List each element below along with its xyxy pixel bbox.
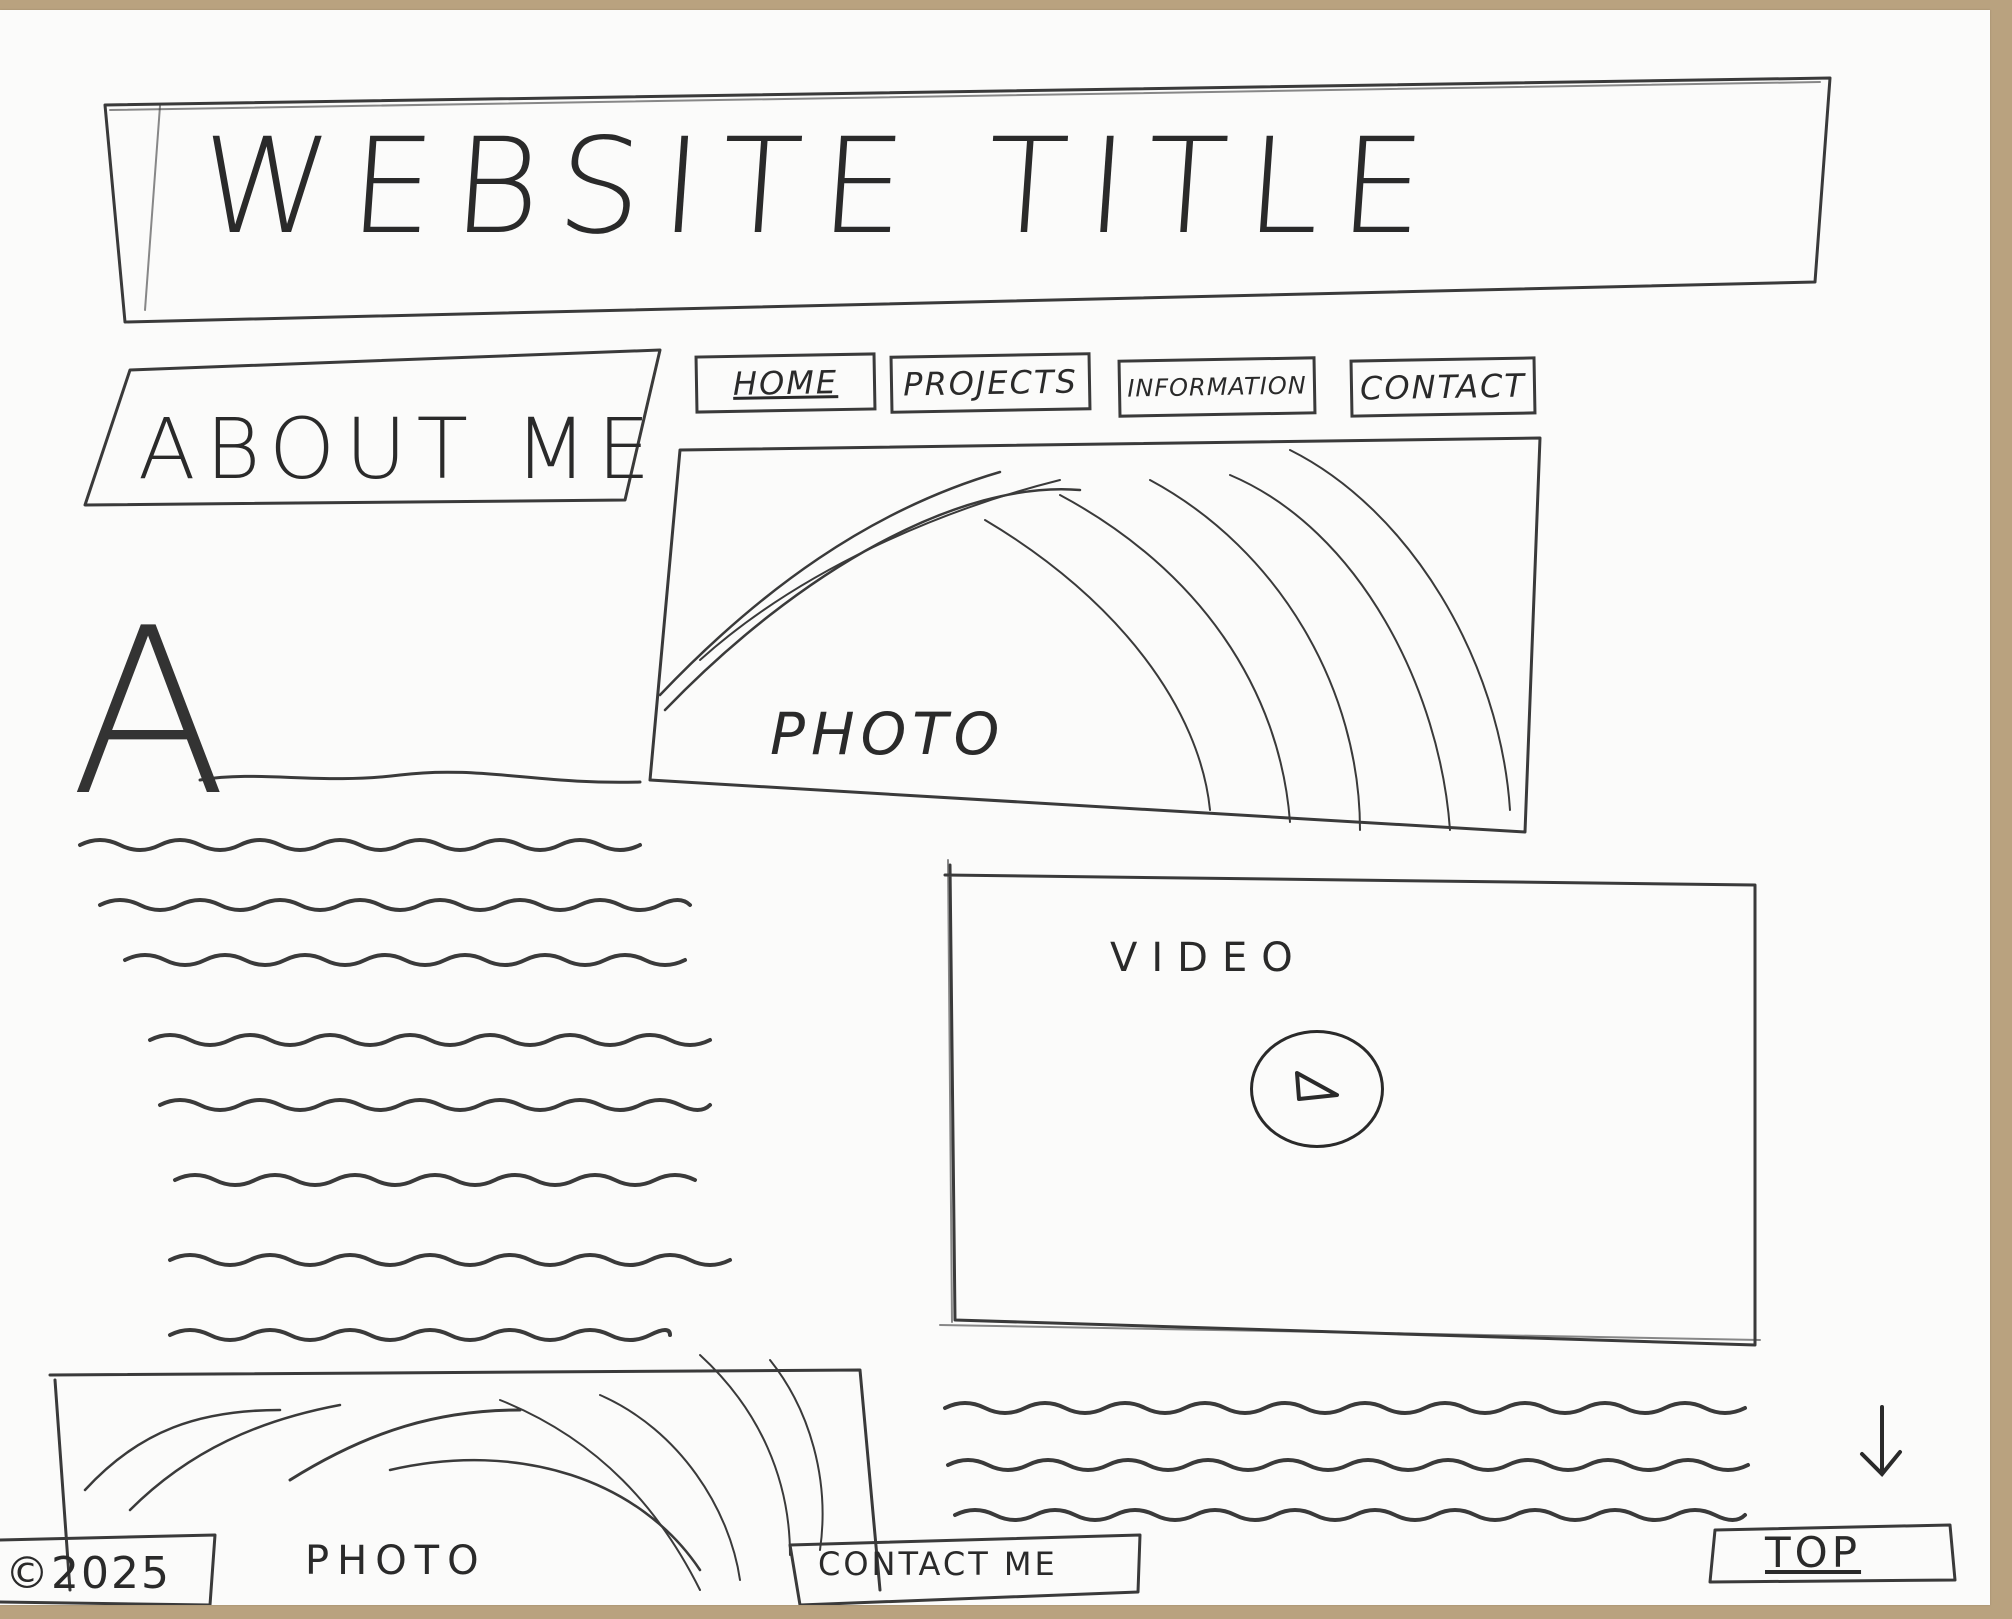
- contact-me-link[interactable]: CONTACT ME: [818, 1545, 1058, 1583]
- play-button[interactable]: [1250, 1030, 1384, 1148]
- nav-home[interactable]: HOME: [694, 352, 877, 414]
- copyright: ©2025: [5, 1548, 171, 1599]
- bottom-photo-label: PHOTO: [305, 1538, 487, 1584]
- nav-information-label: INFORMATION: [1127, 371, 1307, 403]
- nav-projects-label: PROJECTS: [902, 362, 1079, 404]
- sketch-paper: WEBSITE TITLE ABOUT ME HOME PROJECTS INF…: [0, 10, 1990, 1605]
- nav-contact[interactable]: CONTACT: [1349, 356, 1537, 418]
- nav-projects[interactable]: PROJECTS: [889, 352, 1092, 414]
- nav-contact-label: CONTACT: [1359, 366, 1527, 408]
- page-title: WEBSITE TITLE: [194, 110, 1450, 264]
- arrow-down-icon[interactable]: [1852, 1402, 1912, 1482]
- photo-label: PHOTO: [770, 700, 1006, 768]
- back-to-top-link[interactable]: TOP: [1765, 1528, 1861, 1577]
- video-label: VIDEO: [1110, 935, 1307, 981]
- play-icon: [1295, 1071, 1339, 1101]
- about-me-heading: ABOUT ME: [138, 400, 661, 498]
- nav-information[interactable]: INFORMATION: [1117, 356, 1317, 418]
- drop-cap: A: [70, 580, 228, 847]
- nav-home-label: HOME: [732, 363, 839, 403]
